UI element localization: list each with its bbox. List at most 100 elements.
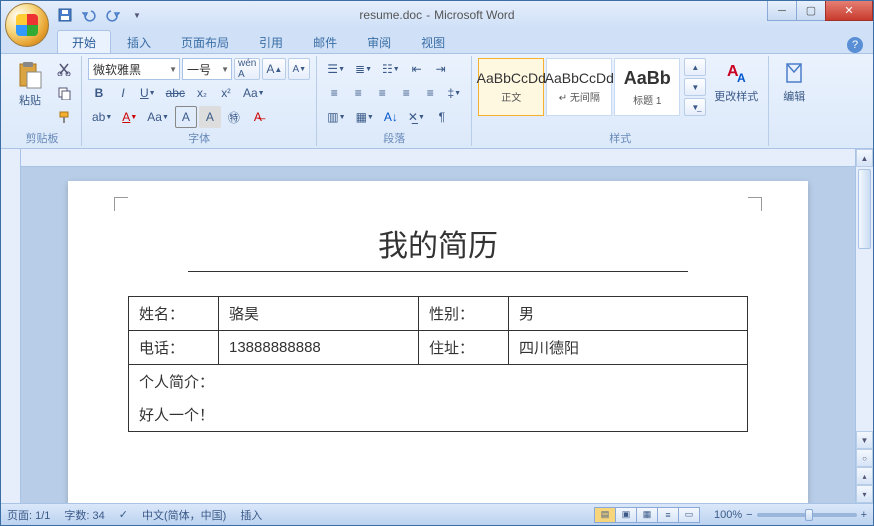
tab-home[interactable]: 开始	[57, 30, 111, 53]
shrink-font-icon[interactable]: A▼	[288, 58, 310, 80]
style-scroll-up-icon[interactable]: ▲	[684, 58, 706, 76]
distributed-icon[interactable]: ≡	[419, 82, 441, 104]
status-proofing-icon[interactable]: ✓	[119, 508, 128, 521]
cut-icon[interactable]	[53, 58, 75, 80]
style-gallery[interactable]: AaBbCcDd正文 AaBbCcDd↵ 无间隔 AaBb标题 1 ▲ ▼ ▼̲	[478, 58, 706, 116]
tab-view[interactable]: 视图	[407, 31, 459, 53]
scroll-up-icon[interactable]: ▲	[856, 149, 873, 167]
qat-dropdown-icon[interactable]: ▼	[127, 5, 147, 25]
page-scroll[interactable]: 我的简历 姓名： 骆昊 性别： 男 电话： 13888888888 住址：	[21, 167, 855, 503]
cell-intro-text[interactable]: 好人一个！	[129, 398, 748, 432]
cell-value[interactable]: 四川德阳	[509, 331, 748, 365]
cell-value[interactable]: 男	[509, 297, 748, 331]
align-center-icon[interactable]: ≡	[347, 82, 369, 104]
copy-icon[interactable]	[53, 82, 75, 104]
zoom-out-icon[interactable]: −	[746, 509, 752, 521]
character-scaling-icon[interactable]: Aa▼	[143, 106, 173, 128]
tab-review[interactable]: 审阅	[353, 31, 405, 53]
font-size-combo[interactable]: 一号▼	[182, 58, 232, 80]
shading-icon[interactable]: ▥▼	[323, 106, 349, 128]
superscript-icon[interactable]: x²	[215, 82, 237, 104]
italic-icon[interactable]: I	[112, 82, 134, 104]
cell-label[interactable]: 住址：	[419, 331, 509, 365]
strikethrough-icon[interactable]: abc	[162, 82, 189, 104]
decrease-indent-icon[interactable]: ⇤	[406, 58, 428, 80]
help-icon[interactable]: ?	[847, 37, 863, 53]
font-color-icon[interactable]: A▼	[118, 106, 141, 128]
cell-value[interactable]: 骆昊	[219, 297, 419, 331]
cell-intro[interactable]: 个人简介：	[129, 365, 748, 399]
style-nospacing[interactable]: AaBbCcDd↵ 无间隔	[546, 58, 612, 116]
editing-button[interactable]: 编辑	[775, 58, 813, 106]
style-normal[interactable]: AaBbCcDd正文	[478, 58, 544, 116]
next-page-icon[interactable]: ▾	[856, 485, 873, 503]
multilevel-list-icon[interactable]: ☷▼	[378, 58, 404, 80]
highlight-icon[interactable]: ab▼	[88, 106, 116, 128]
view-print-layout-icon[interactable]: ▤	[594, 507, 616, 523]
font-family-combo[interactable]: 微软雅黑▼	[88, 58, 180, 80]
align-left-icon[interactable]: ≡	[323, 82, 345, 104]
tab-insert[interactable]: 插入	[113, 31, 165, 53]
character-shading-icon[interactable]: A	[199, 106, 221, 128]
close-button[interactable]: ✕	[825, 1, 873, 21]
status-words[interactable]: 字数: 34	[64, 507, 104, 523]
vertical-scrollbar[interactable]: ▲ ▼ ○ ▴ ▾	[855, 149, 873, 503]
subscript-icon[interactable]: x₂	[191, 82, 213, 104]
text-direction-icon[interactable]: ✕̲▼	[404, 106, 429, 128]
cell-label[interactable]: 姓名：	[129, 297, 219, 331]
status-page[interactable]: 页面: 1/1	[7, 507, 50, 523]
tab-layout[interactable]: 页面布局	[167, 31, 243, 53]
enclose-characters-icon[interactable]: ㊕	[223, 106, 245, 128]
increase-indent-icon[interactable]: ⇥	[430, 58, 452, 80]
view-draft-icon[interactable]: ▭	[678, 507, 700, 523]
view-outline-icon[interactable]: ≡	[657, 507, 679, 523]
zoom-slider[interactable]	[757, 513, 857, 517]
redo-icon[interactable]	[103, 5, 123, 25]
line-spacing-icon[interactable]: ‡▼	[443, 82, 465, 104]
style-expand-icon[interactable]: ▼̲	[684, 98, 706, 116]
vertical-ruler[interactable]	[1, 149, 21, 503]
zoom-in-icon[interactable]: +	[861, 509, 867, 521]
prev-page-icon[interactable]: ▴	[856, 467, 873, 485]
zoom-thumb[interactable]	[805, 509, 813, 521]
minimize-button[interactable]: ─	[767, 1, 797, 21]
resume-table[interactable]: 姓名： 骆昊 性别： 男 电话： 13888888888 住址： 四川德阳	[128, 296, 748, 432]
status-language[interactable]: 中文(简体，中国)	[142, 507, 226, 523]
cell-label[interactable]: 性别：	[419, 297, 509, 331]
browse-object-icon[interactable]: ○	[856, 449, 873, 467]
cell-label[interactable]: 电话：	[129, 331, 219, 365]
character-border-icon[interactable]: A	[175, 106, 197, 128]
justify-icon[interactable]: ≡	[395, 82, 417, 104]
paste-button[interactable]: 粘贴	[9, 58, 51, 110]
horizontal-ruler[interactable]	[21, 149, 855, 167]
status-mode[interactable]: 插入	[240, 507, 262, 523]
office-button[interactable]	[5, 3, 49, 47]
scroll-track[interactable]	[856, 167, 873, 431]
clear-formatting-icon[interactable]: A̶	[247, 106, 269, 128]
undo-icon[interactable]	[79, 5, 99, 25]
phonetic-guide-icon[interactable]: wénA	[234, 58, 260, 80]
bold-icon[interactable]: B	[88, 82, 110, 104]
maximize-button[interactable]: ▢	[796, 1, 826, 21]
scroll-thumb[interactable]	[858, 169, 871, 249]
scroll-down-icon[interactable]: ▼	[856, 431, 873, 449]
sort-icon[interactable]: A↓	[380, 106, 402, 128]
style-heading1[interactable]: AaBb标题 1	[614, 58, 680, 116]
tab-references[interactable]: 引用	[245, 31, 297, 53]
show-marks-icon[interactable]: ¶	[431, 106, 453, 128]
numbering-icon[interactable]: ≣▼	[351, 58, 376, 80]
style-scroll-down-icon[interactable]: ▼	[684, 78, 706, 96]
view-fullscreen-icon[interactable]: ▣	[615, 507, 637, 523]
view-web-icon[interactable]: ▦	[636, 507, 658, 523]
change-case-icon[interactable]: Aa▼	[239, 82, 269, 104]
document-page[interactable]: 我的简历 姓名： 骆昊 性别： 男 电话： 13888888888 住址：	[68, 181, 808, 503]
zoom-level[interactable]: 100%	[714, 509, 742, 521]
save-icon[interactable]	[55, 5, 75, 25]
underline-icon[interactable]: U▼	[136, 82, 160, 104]
grow-font-icon[interactable]: A▲	[262, 58, 286, 80]
resume-title[interactable]: 我的简历	[188, 221, 688, 272]
change-styles-button[interactable]: AA 更改样式	[710, 58, 762, 106]
tab-mailings[interactable]: 邮件	[299, 31, 351, 53]
cell-value[interactable]: 13888888888	[219, 331, 419, 365]
bullets-icon[interactable]: ☰▼	[323, 58, 349, 80]
